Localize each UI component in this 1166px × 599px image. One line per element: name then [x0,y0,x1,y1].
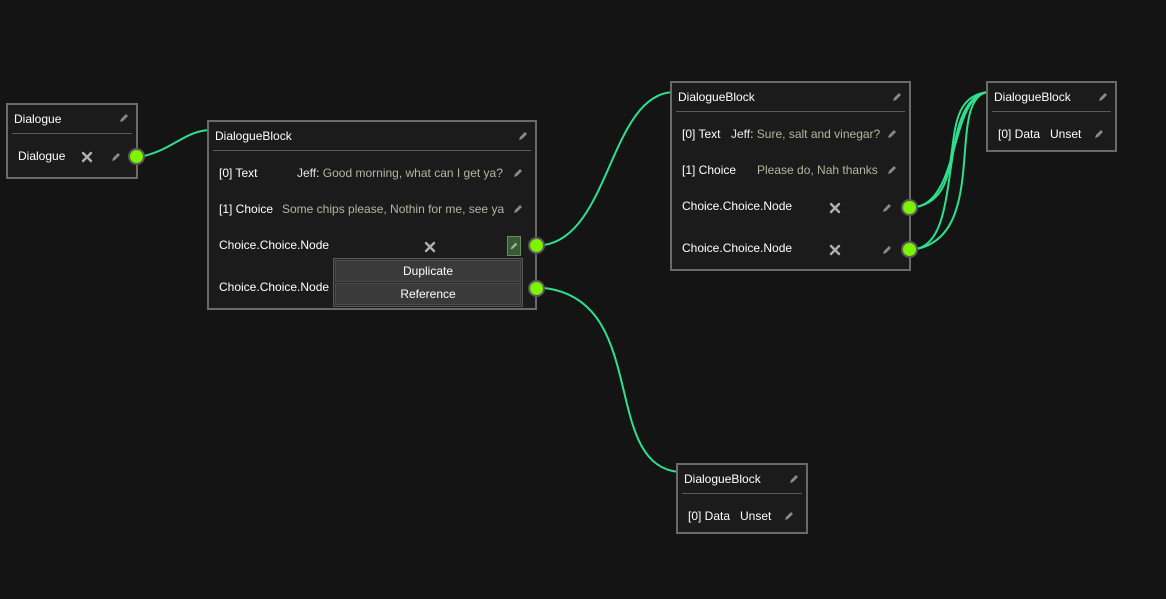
choice-row-label: [1] Choice [219,202,274,216]
close-icon[interactable] [829,202,841,214]
pencil-icon[interactable] [1093,128,1105,140]
text-row-label: [0] Text [682,127,721,141]
line-text: Good morning, what can I get ya? [319,166,503,180]
text-row-label: [0] Text [219,166,258,180]
wire-choice1-to-block-top [543,91,674,246]
text-row-value[interactable]: Jeff: Good morning, what can I get ya? [297,166,503,180]
dialogue-node[interactable]: Dialogue Dialogue [6,103,138,179]
choice-row-label: [1] Choice [682,163,737,177]
edit-button-active[interactable] [507,236,521,256]
pencil-icon[interactable] [783,510,795,522]
dialogue-block-node-bottom[interactable]: DialogueBlock [0] Data Unset [676,463,808,534]
wire-top-choice1-to-far [915,91,989,208]
graph-canvas[interactable]: Dialogue Dialogue DialogueBlock [0] Text… [0,0,1166,599]
node-header: DialogueBlock [213,122,531,151]
node-header: Dialogue [12,105,132,134]
node-title: DialogueBlock [684,472,761,486]
output-port-icon[interactable] [528,237,545,254]
node-header: DialogueBlock [992,83,1111,112]
data-row-label: [0] Data [688,509,731,523]
dialogue-block-node-top[interactable]: DialogueBlock [0] Text Jeff: Sure, salt … [670,81,911,271]
text-row-value[interactable]: Jeff: Sure, salt and vinegar? [731,127,880,141]
data-row-label: [0] Data [998,127,1041,141]
close-icon[interactable] [81,151,93,163]
wire-top-choice2-to-far-b [915,91,989,250]
output-port-icon[interactable] [128,148,145,165]
pencil-icon[interactable] [110,151,122,163]
dialogue-row-label: Dialogue [18,149,66,163]
pencil-icon[interactable] [517,130,529,142]
node-title: DialogueBlock [994,90,1071,104]
wire-top-choice1-to-far-b [915,91,989,208]
output-port-icon[interactable] [528,280,545,297]
node-header: DialogueBlock [682,465,802,494]
node-title: DialogueBlock [215,129,292,143]
data-row-value[interactable]: Unset [740,509,771,523]
pencil-icon [510,242,518,250]
speaker-name: Jeff: [297,166,320,180]
choice-row-value[interactable]: Please do, Nah thanks [757,163,878,177]
pencil-icon[interactable] [118,112,130,124]
close-icon[interactable] [424,241,436,253]
wire-top-choice2-to-far [915,91,989,250]
line-text: Sure, salt and vinegar? [753,127,881,141]
dialogue-block-node-far[interactable]: DialogueBlock [0] Data Unset [986,81,1117,152]
node-header: DialogueBlock [676,83,905,112]
choice-node-row-label: Choice.Choice.Node [682,199,793,213]
pencil-icon[interactable] [512,203,524,215]
wire-dialogue-to-block-main [143,129,211,157]
menu-item-duplicate[interactable]: Duplicate [335,260,521,282]
pencil-icon[interactable] [788,473,800,485]
pencil-icon[interactable] [886,164,898,176]
pencil-icon[interactable] [512,167,524,179]
pencil-icon[interactable] [881,244,893,256]
close-icon[interactable] [829,244,841,256]
context-menu: Duplicate Reference [333,258,523,307]
node-title: DialogueBlock [678,90,755,104]
choice-node-row-label: Choice.Choice.Node [219,280,330,294]
pencil-icon[interactable] [886,128,898,140]
output-port-icon[interactable] [901,199,918,216]
pencil-icon[interactable] [891,91,903,103]
pencil-icon[interactable] [881,202,893,214]
pencil-icon[interactable] [1097,91,1109,103]
menu-item-reference[interactable]: Reference [335,283,521,305]
speaker-name: Jeff: [731,127,754,141]
wire-choice2-to-block-bottom [543,287,680,473]
node-title: Dialogue [14,112,62,126]
data-row-value[interactable]: Unset [1050,127,1081,141]
choice-row-value[interactable]: Some chips please, Nothin for me, see ya [282,202,504,216]
output-port-icon[interactable] [901,241,918,258]
choice-node-row-label: Choice.Choice.Node [219,238,330,252]
choice-node-row-label: Choice.Choice.Node [682,241,793,255]
